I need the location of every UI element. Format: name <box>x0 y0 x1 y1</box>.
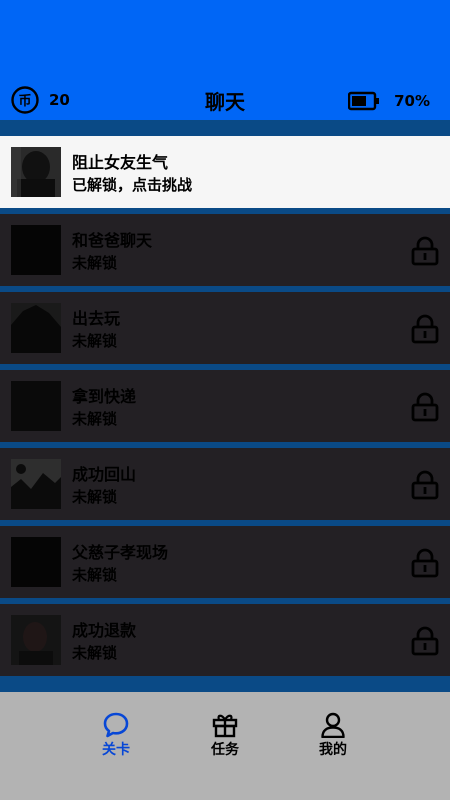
level-thumbnail <box>11 381 61 431</box>
level-thumbnail <box>11 225 61 275</box>
level-name: 父慈子孝现场 <box>72 543 169 562</box>
level-thumbnail <box>11 459 61 509</box>
lock-icon <box>411 314 439 344</box>
tab-label: 任务 <box>211 742 239 758</box>
level-item[interactable]: 和爸爸聊天 未解锁 <box>0 214 450 286</box>
level-status: 未解锁 <box>72 566 118 584</box>
tab-tasks[interactable]: 任务 <box>195 712 255 759</box>
level-status: 未解锁 <box>72 644 118 662</box>
lock-icon <box>411 626 439 656</box>
level-name: 阻止女友生气 <box>72 153 169 172</box>
gift-icon <box>212 714 238 738</box>
level-item[interactable]: 出去玩 未解锁 <box>0 292 450 364</box>
level-thumbnail <box>11 303 61 353</box>
level-item[interactable]: 成功退款 未解锁 <box>0 604 450 676</box>
level-item[interactable]: 父慈子孝现场 未解锁 <box>0 526 450 598</box>
tab-levels[interactable]: 关卡 <box>86 712 146 759</box>
level-status: 未解锁 <box>72 410 118 428</box>
top-header: 币 20 聊天 70% <box>0 0 450 120</box>
level-name: 成功回山 <box>72 465 137 484</box>
bottom-tab-bar: 关卡 任务 我的 <box>0 692 450 800</box>
lock-icon <box>411 548 439 578</box>
level-status: 未解锁 <box>72 488 118 506</box>
tab-profile[interactable]: 我的 <box>303 712 363 759</box>
level-list: 阻止女友生气 已解锁，点击挑战 和爸爸聊天 未解锁 出去玩 未解锁 拿到快递 未… <box>0 136 450 682</box>
lock-icon <box>411 236 439 266</box>
level-thumbnail <box>11 615 61 665</box>
level-status: 已解锁，点击挑战 <box>72 176 193 194</box>
tab-label: 我的 <box>319 742 347 758</box>
level-name: 出去玩 <box>72 309 121 328</box>
energy-status: 70% <box>348 91 430 111</box>
level-name: 拿到快递 <box>72 387 137 406</box>
battery-percent: 70% <box>394 92 430 110</box>
lock-icon <box>411 470 439 500</box>
level-status: 未解锁 <box>72 254 118 272</box>
level-thumbnail <box>11 537 61 587</box>
level-name: 成功退款 <box>72 621 137 640</box>
level-item[interactable]: 拿到快递 未解锁 <box>0 370 450 442</box>
level-item[interactable]: 成功回山 未解锁 <box>0 448 450 520</box>
person-icon <box>321 712 345 738</box>
battery-icon <box>348 91 380 111</box>
chat-bubble-icon <box>103 712 129 738</box>
level-thumbnail <box>11 147 61 197</box>
lock-icon <box>411 392 439 422</box>
level-name: 和爸爸聊天 <box>72 231 153 250</box>
level-status: 未解锁 <box>72 332 118 350</box>
tab-label: 关卡 <box>102 742 130 758</box>
level-item[interactable]: 阻止女友生气 已解锁，点击挑战 <box>0 136 450 208</box>
